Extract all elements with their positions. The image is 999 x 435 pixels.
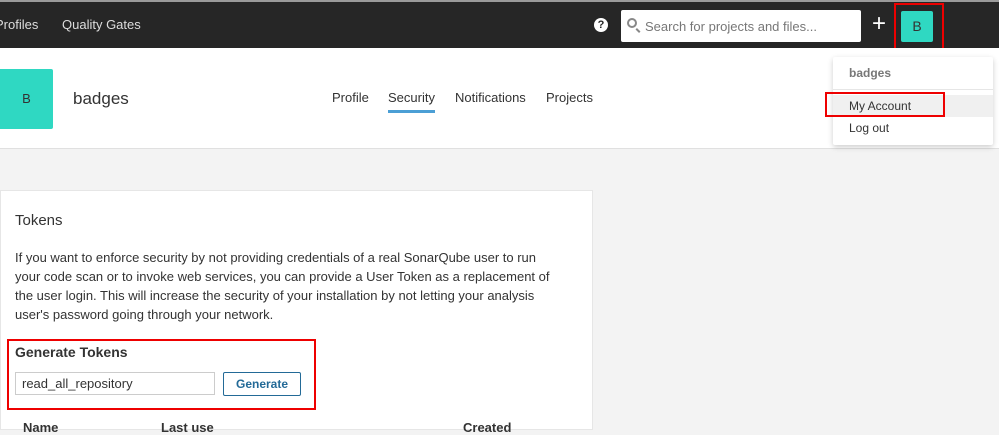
search-input[interactable] (645, 10, 855, 42)
search-icon (627, 18, 637, 28)
tab-profile[interactable]: Profile (332, 90, 369, 105)
tab-projects[interactable]: Projects (546, 90, 593, 105)
menu-item-my-account[interactable]: My Account (833, 95, 993, 117)
tokens-description: If you want to enforce security by not p… (15, 250, 550, 322)
generate-button[interactable]: Generate (223, 372, 301, 396)
tab-security[interactable]: Security (388, 90, 435, 113)
top-navbar: Profiles Quality Gates ? + B (0, 0, 999, 48)
search-box[interactable] (621, 10, 861, 42)
plus-icon[interactable]: + (872, 12, 886, 36)
generate-tokens-title: Generate Tokens (15, 344, 128, 360)
column-created: Created (463, 420, 512, 435)
menu-item-log-out[interactable]: Log out (833, 117, 993, 139)
nav-quality-profiles[interactable]: Profiles (0, 17, 38, 32)
nav-quality-gates[interactable]: Quality Gates (62, 17, 141, 32)
column-last-use: Last use (161, 420, 214, 435)
tab-notifications[interactable]: Notifications (455, 90, 526, 105)
tokens-title: Tokens (15, 212, 63, 229)
divider (833, 89, 993, 90)
account-avatar: B (0, 69, 53, 129)
column-name: Name (23, 420, 59, 435)
user-avatar-button[interactable]: B (901, 11, 933, 42)
user-dropdown-menu: badges My Account Log out (833, 57, 993, 145)
dropdown-username: badges (849, 66, 892, 80)
help-icon[interactable]: ? (594, 18, 608, 32)
tokens-card: Tokens If you want to enforce security b… (0, 190, 593, 435)
token-name-input[interactable] (15, 372, 215, 395)
account-username: badges (73, 89, 129, 108)
